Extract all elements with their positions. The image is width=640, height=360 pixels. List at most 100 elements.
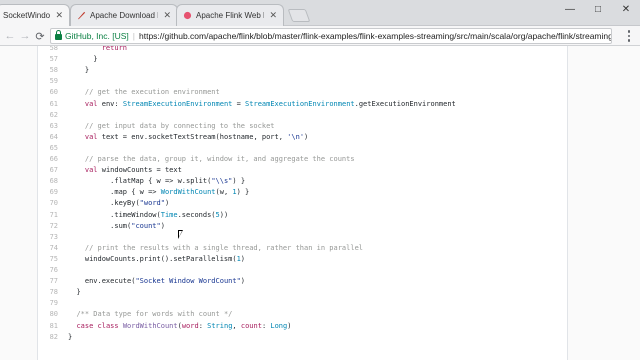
close-tab-icon[interactable]: ✕ [163,10,171,21]
tab-socketwindowwordcount[interactable]: SocketWindowWo ✕ [0,4,70,26]
line-code: /** Data type for words with count */ [68,309,232,320]
line-number[interactable]: 78 [38,287,58,298]
back-button[interactable]: ← [3,29,17,43]
code-token: = [232,99,246,108]
line-number[interactable]: 67 [38,165,58,176]
line-code: windowCounts.print().setParallelism(1) [68,254,245,265]
close-window-button[interactable]: ✕ [612,0,640,18]
line-number[interactable]: 69 [38,187,58,198]
line-number[interactable]: 74 [38,243,58,254]
line-number[interactable]: 60 [38,87,58,98]
line-number[interactable]: 66 [38,154,58,165]
line-number[interactable]: 77 [38,276,58,287]
code-token: // parse the data, group it, window it, … [84,155,355,163]
line-code: } [68,65,89,76]
line-number[interactable]: 82 [38,332,58,343]
address-bar[interactable]: GitHub, Inc. [US] | https://github.com/a… [50,28,612,44]
code-line: 69 .map { w => WordWithCount(w, 1) } [38,187,567,198]
line-number[interactable]: 80 [38,309,58,320]
line-code: .map { w => WordWithCount(w, 1) } [68,187,249,198]
tab-apache-download-mirrors[interactable]: Apache Download Mirro ✕ [70,4,178,26]
line-number[interactable]: 76 [38,265,58,276]
code-line: 63 // get input data by connecting to th… [38,121,567,132]
code-token: word [181,321,199,330]
code-token: text = env.socketTextStream(hostname, po… [97,132,288,141]
line-code: val env: StreamExecutionEnvironment = St… [68,99,456,110]
code-token: .flatMap { w => w.split( [110,177,212,186]
code-token: ) [164,199,170,208]
code-token: WordWithCount [122,321,178,330]
line-number[interactable]: 68 [38,176,58,187]
tab-flink-web-dashboard[interactable]: Apache Flink Web Dashb ✕ [176,4,284,26]
code-token: .timeWindow( [110,210,161,219]
forward-button[interactable]: → [18,29,32,43]
code-line: 64 val text = env.socketTextStream(hostn… [38,132,567,143]
code-token: ) } [236,188,250,197]
code-token: ) [304,132,309,141]
line-number[interactable]: 58 [38,46,58,54]
code-line: 78 } [38,287,567,298]
line-number[interactable]: 81 [38,321,58,332]
minimize-button[interactable]: — [556,0,584,18]
code-token: "\\s" [211,177,233,186]
line-number[interactable]: 73 [38,232,58,243]
url-text[interactable]: https://github.com/apache/flink/blob/mas… [139,31,611,41]
line-code: val windowCounts = text [68,165,182,176]
code-token: ) [160,221,165,230]
line-number[interactable]: 62 [38,110,58,121]
line-number[interactable]: 71 [38,210,58,221]
code-token: val [84,99,98,108]
reload-button[interactable]: ⟳ [33,29,47,43]
code-token: String [207,321,233,330]
code-token: return [101,46,128,52]
tab-label: Apache Download Mirro [90,11,158,20]
line-number[interactable]: 57 [38,54,58,65]
new-tab-button[interactable] [287,9,311,22]
line-number[interactable]: 70 [38,198,58,209]
line-number[interactable]: 58 [38,65,58,76]
tab-label: Apache Flink Web Dashb [196,11,264,20]
code-token: ) [240,277,246,286]
line-code: .flatMap { w => w.split("\\s") } [68,176,245,187]
code-token: StreamExecutionEnvironment [245,99,355,108]
tab-label: SocketWindowWo [3,11,51,20]
line-code: // get input data by connecting to the s… [68,121,275,132]
code-token: Long [270,321,288,330]
line-number[interactable]: 79 [38,298,58,309]
line-number[interactable]: 72 [38,221,58,232]
code-token: windowCounts.print().setParallelism( [84,254,237,263]
browser-menu-icon[interactable] [624,29,634,43]
code-token: StreamExecutionEnvironment [122,99,233,108]
line-code: .sum("count") [68,221,165,232]
maximize-button[interactable]: □ [584,0,612,18]
code-line: 75 windowCounts.print().setParallelism(1… [38,254,567,265]
line-number[interactable]: 75 [38,254,58,265]
code-line: 77 env.execute("Socket Window WordCount"… [38,276,567,287]
line-number[interactable]: 61 [38,99,58,110]
line-code: } [68,287,80,298]
code-line: 70 .keyBy("word") [38,198,567,209]
code-viewer: 58 return 57 } 58 } 59 60 // get the executi… [37,46,568,360]
line-number[interactable]: 59 [38,76,58,87]
line-number[interactable]: 65 [38,143,58,154]
code-token: count [240,321,262,330]
close-tab-icon[interactable]: ✕ [55,10,63,21]
line-number[interactable]: 64 [38,132,58,143]
code-token: env.execute( [84,277,136,286]
code-line: 82} [38,332,567,343]
close-tab-icon[interactable]: ✕ [269,10,277,21]
line-number[interactable]: 63 [38,121,58,132]
code-token: .seconds( [177,210,216,219]
line-code: // parse the data, group it, window it, … [68,154,355,165]
code-line: 72 .sum("count") [38,221,567,232]
code-token: /** Data type for words with count */ [76,310,233,319]
site-identity[interactable]: GitHub, Inc. [US] [65,31,129,41]
code-token: .sum( [110,221,132,230]
line-code: } [68,54,97,65]
